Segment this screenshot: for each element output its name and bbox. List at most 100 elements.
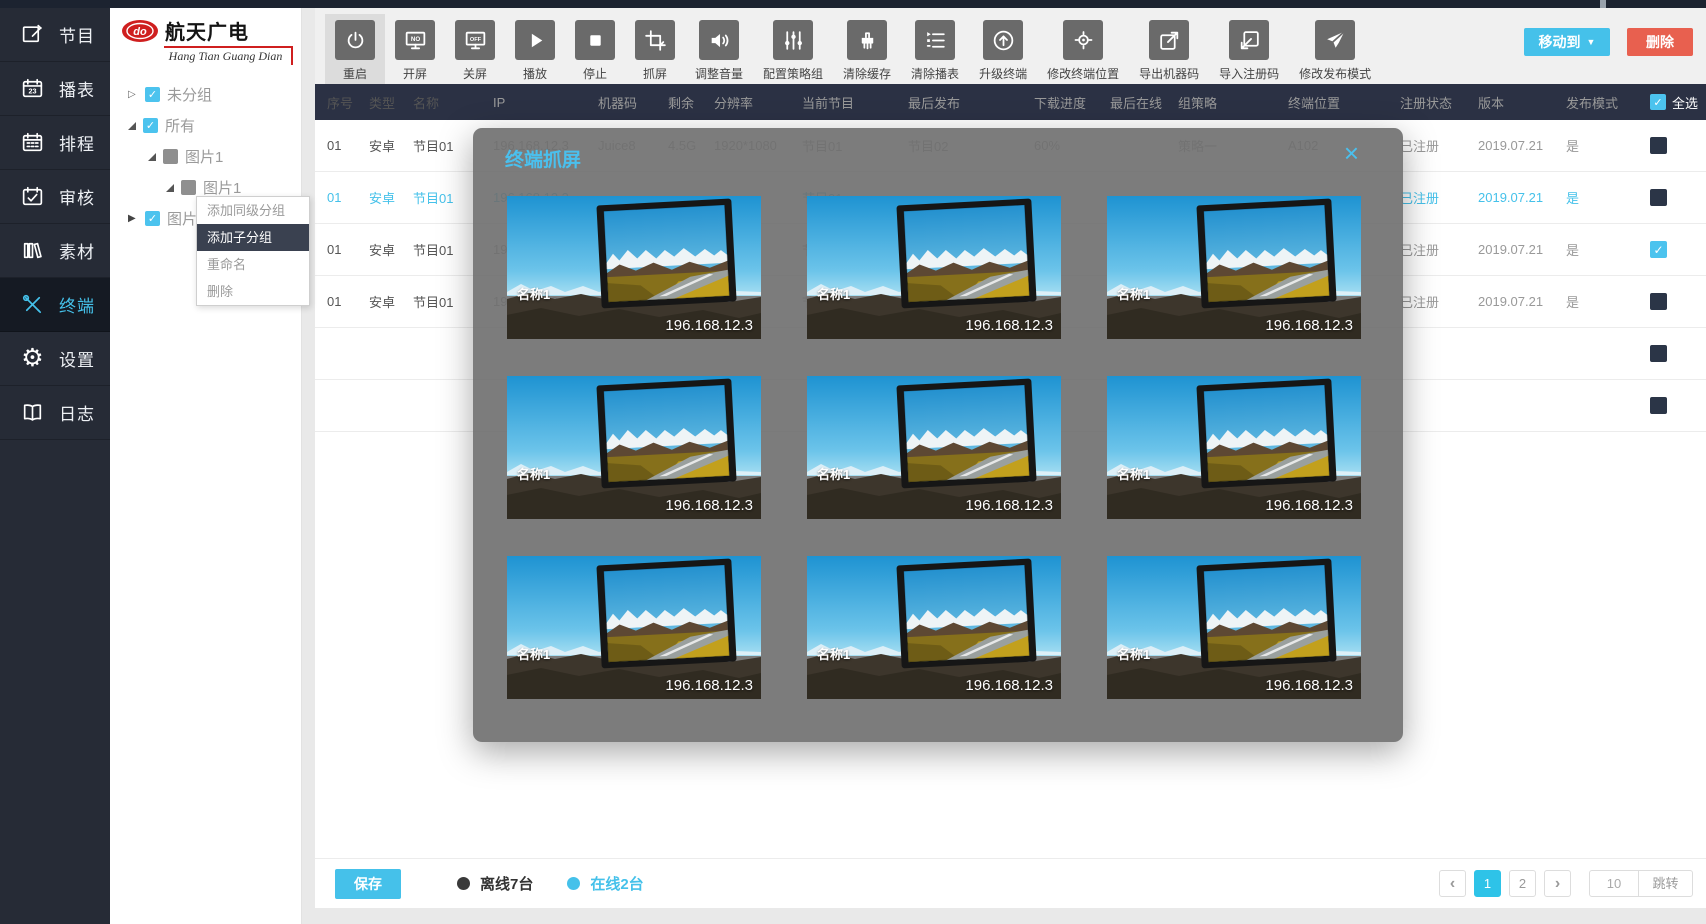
toolbar-import-register-code-button[interactable]: 导入注册码 [1209,14,1289,86]
terminal-ip-label: 196.168.12.3 [1265,317,1353,334]
terminal-screenshot-tile[interactable]: 名称1196.168.12.3 [807,376,1061,519]
select-all-checkbox[interactable]: ✓ [1650,94,1666,110]
context-menu-add-sibling-group[interactable]: 添加同级分组 [197,197,309,224]
tree-collapsed-icon[interactable]: ▶ [128,213,138,224]
col-header-machine-code: 机器码 [598,93,668,112]
tree-expanded-icon[interactable] [166,184,174,192]
toolbar-edit-publish-mode-button[interactable]: 修改发布模式 [1289,14,1381,86]
terminal-screenshot-tile[interactable]: 名称1196.168.12.3 [1107,376,1361,519]
pagination: ‹ 1 2 › 10 跳转 [1439,870,1693,897]
page-button-1[interactable]: 1 [1474,870,1501,897]
terminal-screenshot-tile[interactable]: 名称1196.168.12.3 [1107,556,1361,699]
tree-expanded-icon[interactable] [148,153,156,161]
tree-checkbox[interactable] [163,149,178,164]
tree-checkbox[interactable] [181,180,196,195]
caret-down-icon: ▼ [1587,37,1596,47]
sidebar-item-playlists[interactable]: 23 播表 [0,62,110,116]
sidebar-item-materials[interactable]: 素材 [0,224,110,278]
table-cell: 是 [1566,136,1650,155]
tree-collapsed-hollow-icon[interactable]: ▷ [128,89,138,100]
sidebar: 节目 23 播表 排程 审核 素材 终端 ⚙ 设置 日志 [0,8,110,924]
context-menu-rename[interactable]: 重命名 [197,251,309,278]
toolbar-clear-cache-button[interactable]: 清除缓存 [833,14,901,86]
context-menu-delete[interactable]: 删除 [197,278,309,305]
sidebar-item-schedule[interactable]: 排程 [0,116,110,170]
brand-logo-icon: do [120,18,160,44]
col-header-current-program: 当前节目 [802,93,908,112]
row-checkbox[interactable] [1650,189,1667,206]
col-header-seq: 序号 [327,93,369,112]
screenshot-grid: 名称1196.168.12.3名称1196.168.12.3名称1196.168… [507,196,1369,699]
toolbar-upgrade-terminal-button[interactable]: 升级终端 [969,14,1037,86]
toolbar-capture-button[interactable]: 抓屏 [625,14,685,86]
tree-item-ungrouped[interactable]: ▷ ✓ 未分组 [110,79,301,110]
table-cell: 安卓 [369,240,413,259]
sidebar-item-programs[interactable]: 节目 [0,8,110,62]
svg-text:do: do [133,26,147,38]
modal-title: 终端抓屏 [505,145,581,172]
terminal-screenshot-tile[interactable]: 名称1196.168.12.3 [807,196,1061,339]
table-header: 序号 类型 名称 IP 机器码 剩余 分辨率 当前节目 最后发布 下载进度 最后… [315,84,1706,120]
close-icon[interactable]: × [1344,140,1359,166]
terminal-screenshot-tile[interactable]: 名称1 196.168.12.3 [507,376,761,519]
page-jump-value[interactable]: 10 [1590,876,1638,891]
tree-expanded-icon[interactable] [128,122,136,130]
tree-item-all[interactable]: ✓ 所有 [110,110,301,141]
toolbar-clear-playlist-button[interactable]: 清除播表 [901,14,969,86]
terminal-screenshot-tile[interactable]: 名称1196.168.12.3 [507,556,761,699]
table-cell: 是 [1566,240,1650,259]
online-status: 在线2台 [567,873,643,894]
col-header-publish-mode: 发布模式 [1566,93,1650,112]
toolbar-play-button[interactable]: 播放 [505,14,565,86]
col-header-type: 类型 [369,93,413,112]
sidebar-item-review[interactable]: 审核 [0,170,110,224]
terminal-ip-label: 196.168.12.3 [665,497,753,514]
row-checkbox[interactable] [1650,345,1667,362]
row-checkbox[interactable] [1650,137,1667,154]
terminal-screenshot-tile[interactable]: 名称1196.168.12.3 [507,196,761,339]
row-checkbox[interactable] [1650,293,1667,310]
toolbar-restart-button[interactable]: 重启 [325,14,385,86]
terminal-name-label: 名称1 [517,644,550,663]
power-icon [343,28,368,53]
tree-item-group[interactable]: 图片1 [110,141,301,172]
toolbar-policy-group-button[interactable]: 配置策略组 [753,14,833,86]
sidebar-item-terminals[interactable]: 终端 [0,278,110,332]
tree-checkbox[interactable]: ✓ [143,118,158,133]
context-menu-add-child-group[interactable]: 添加子分组 [197,224,309,251]
toolbar-screen-on-button[interactable]: NO 开屏 [385,14,445,86]
table-cell: 安卓 [369,292,413,311]
toolbar-volume-button[interactable]: 调整音量 [685,14,753,86]
table-cell: 01 [327,138,369,153]
terminal-screenshot-tile[interactable]: 名称1196.168.12.3 [1107,196,1361,339]
toolbar-edit-location-button[interactable]: 修改终端位置 [1037,14,1129,86]
row-checkbox[interactable]: ✓ [1650,241,1667,258]
settings-gear-icon: ⚙ [20,346,45,371]
table-cell: 01 [327,242,369,257]
tree-checkbox[interactable]: ✓ [145,87,160,102]
prev-page-button[interactable]: ‹ [1439,870,1466,897]
tree-checkbox[interactable]: ✓ [145,211,160,226]
toolbar-screen-off-button[interactable]: OFF 关屏 [445,14,505,86]
clear-cache-brush-icon [855,28,880,53]
toolbar-export-machine-code-button[interactable]: 导出机器码 [1129,14,1209,86]
terminal-ip-label: 196.168.12.3 [665,317,753,334]
terminal-name-label: 名称1 [517,464,550,483]
table-cell: 已注册 [1400,240,1478,259]
send-plane-icon [1323,28,1348,53]
play-icon [523,28,548,53]
save-button[interactable]: 保存 [335,869,401,899]
table-cell: 01 [327,190,369,205]
terminal-screenshot-tile[interactable]: 名称1196.168.12.3 [807,556,1061,699]
page-button-2[interactable]: 2 [1509,870,1536,897]
delete-button[interactable]: 删除 [1627,28,1693,56]
move-to-button[interactable]: 移动到 ▼ [1524,28,1610,56]
row-checkbox[interactable] [1650,397,1667,414]
sidebar-item-settings[interactable]: ⚙ 设置 [0,332,110,386]
export-icon [1157,28,1182,53]
toolbar-stop-button[interactable]: 停止 [565,14,625,86]
page-jump-button[interactable]: 跳转 [1638,871,1692,896]
next-page-button[interactable]: › [1544,870,1571,897]
table-cell: 安卓 [369,188,413,207]
sidebar-item-logs[interactable]: 日志 [0,386,110,440]
